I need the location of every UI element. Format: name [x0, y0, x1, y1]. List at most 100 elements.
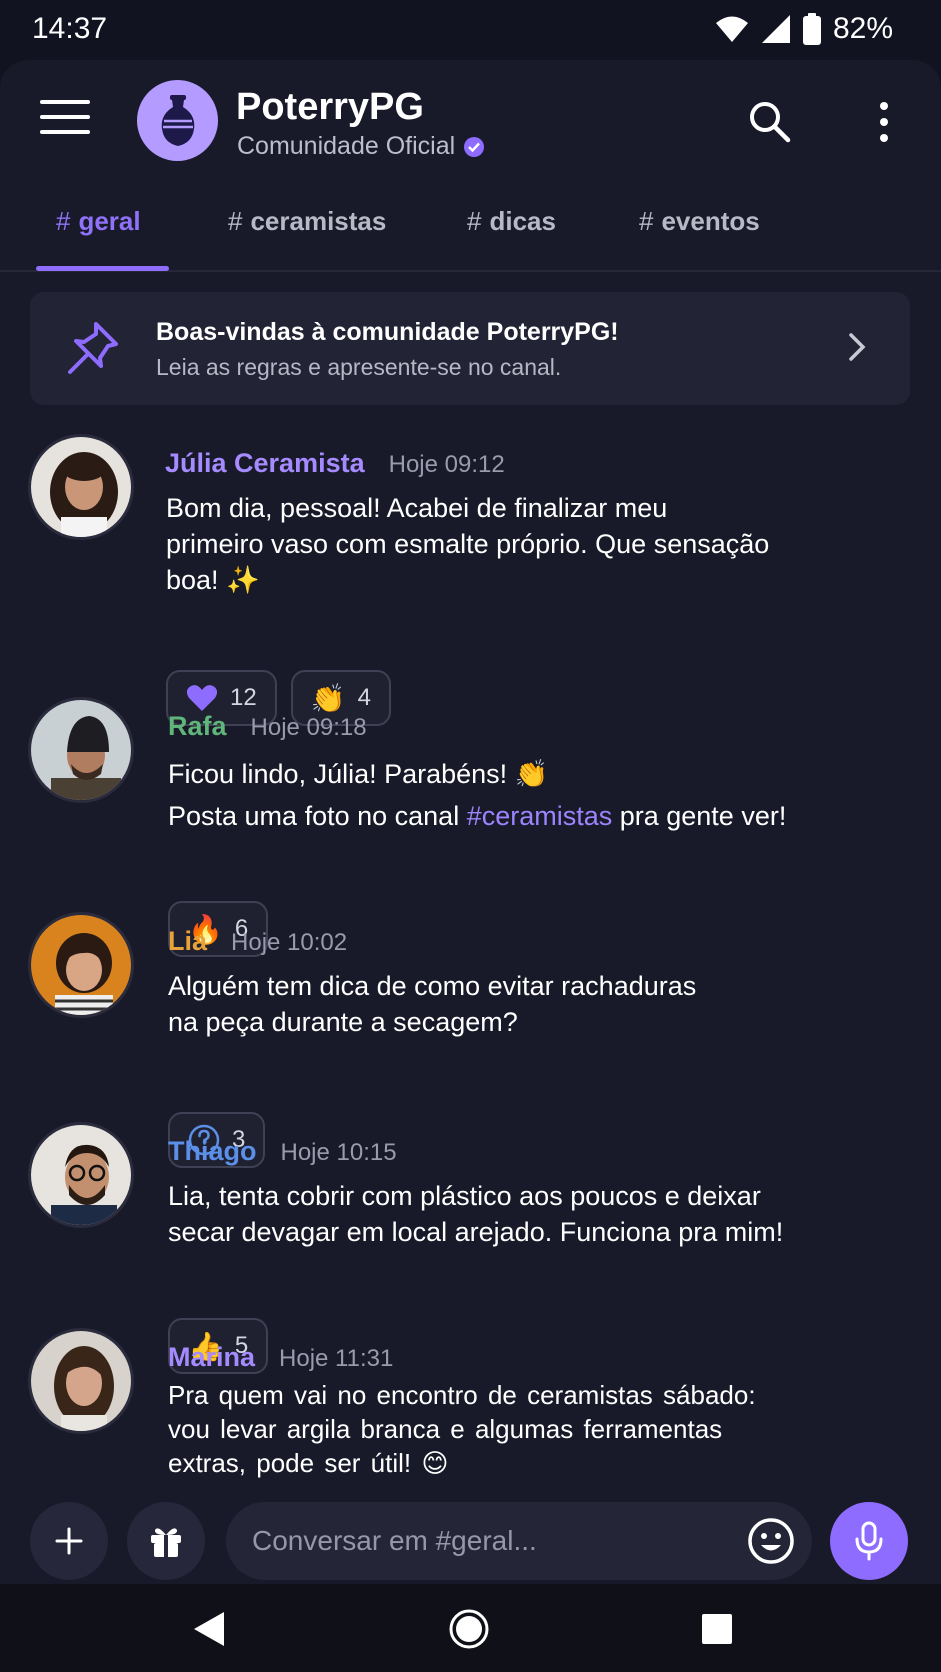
avatar-marina: [31, 1331, 131, 1431]
system-navigation-bar: [0, 1584, 941, 1672]
message-header: Thiago Hoje 10:15: [168, 1136, 397, 1167]
community-title: PoterryPG: [236, 86, 424, 128]
hamburger-line: [40, 115, 90, 119]
message-input-wrapper: [226, 1502, 812, 1580]
avatar-julia: [31, 437, 131, 537]
message-line: Posta uma foto no canal #ceramistas pra …: [168, 795, 786, 837]
clapping-hands-icon: 👏: [310, 681, 346, 715]
message-text: Pra quem vai no encontro de ceramistas s…: [168, 1378, 756, 1480]
avatar[interactable]: [28, 434, 134, 540]
home-circle-icon: [449, 1609, 489, 1649]
active-tab-indicator: [36, 266, 169, 271]
avatar[interactable]: [28, 697, 134, 803]
message-line: boa! ✨: [166, 565, 260, 595]
avatar[interactable]: [28, 1122, 134, 1228]
tab-label: eventos: [661, 206, 760, 236]
cell-signal-icon: [761, 15, 790, 43]
chevron-right-icon: [849, 333, 866, 361]
timestamp: Hoje 09:18: [250, 714, 367, 741]
tab-ceramistas[interactable]: # ceramistas: [228, 206, 386, 237]
message-line: primeiro vaso com esmalte próprio. Que s…: [166, 529, 770, 559]
gift-button[interactable]: [127, 1502, 205, 1580]
back-button[interactable]: [186, 1606, 232, 1652]
tab-hash: #: [228, 206, 243, 236]
gift-icon: [151, 1528, 181, 1557]
recents-button[interactable]: [694, 1606, 740, 1652]
message-text: Lia, tenta cobrir com plástico aos pouco…: [168, 1178, 783, 1250]
message-line: extras, pode ser útil! 😊: [168, 1448, 449, 1478]
pinned-welcome-banner[interactable]: Boas-vindas à comunidade PoterryPG! Leia…: [30, 292, 910, 405]
app-window: PoterryPG Comunidade Oficial # geral # cer…: [0, 60, 941, 1584]
avatar[interactable]: [28, 912, 134, 1018]
tab-hash: #: [56, 206, 71, 236]
message-text: Ficou lindo, Júlia! Parabéns! 👏 Posta um…: [168, 753, 786, 837]
message-line: Lia, tenta cobrir com plástico aos pouco…: [168, 1181, 761, 1211]
message-composer: [0, 1490, 941, 1584]
menu-button[interactable]: [40, 100, 90, 140]
timestamp: Hoje 11:31: [279, 1345, 394, 1372]
username[interactable]: Júlia Ceramista: [165, 448, 365, 479]
more-options-icon[interactable]: [872, 100, 896, 144]
timestamp: Hoje 10:02: [231, 929, 348, 956]
message-line: Alguém tem dica de como evitar rachadura…: [168, 971, 697, 1001]
avatar-lia: [31, 915, 131, 1015]
purple-heart-icon: [186, 685, 218, 711]
voice-message-button[interactable]: [830, 1502, 908, 1580]
tab-geral[interactable]: # geral: [56, 206, 141, 237]
status-indicators: 82%: [715, 12, 893, 46]
subtitle-text: Comunidade Oficial: [237, 132, 456, 160]
username[interactable]: Thiago: [168, 1136, 257, 1167]
tab-hash: #: [467, 206, 482, 236]
community-logo[interactable]: [137, 80, 218, 161]
tab-label: ceramistas: [250, 206, 387, 236]
tab-eventos[interactable]: # eventos: [639, 206, 760, 237]
banner-subtitle: Leia as regras e apresente-se no canal.: [156, 354, 562, 380]
wifi-icon: [715, 16, 748, 42]
avatar[interactable]: [28, 1328, 134, 1434]
banner-title: Boas-vindas à comunidade PoterryPG!: [156, 318, 619, 346]
battery-icon: [802, 13, 821, 45]
community-subtitle: Comunidade Oficial: [237, 132, 485, 161]
verified-badge-icon: [464, 136, 485, 157]
tab-hash: #: [639, 206, 654, 236]
username[interactable]: Marina: [168, 1342, 255, 1373]
tab-label: geral: [78, 206, 141, 236]
app-header: PoterryPG Comunidade Oficial: [0, 60, 941, 184]
recents-square-icon: [702, 1614, 732, 1644]
username[interactable]: Rafa: [168, 711, 227, 742]
message-line: Pra quem vai no encontro de ceramistas s…: [168, 1380, 756, 1410]
status-time: 14:37: [32, 12, 108, 45]
timestamp: Hoje 09:12: [388, 451, 505, 478]
message-line: na peça durante a secagem?: [168, 1007, 518, 1037]
message-header: Júlia Ceramista Hoje 09:12: [165, 448, 505, 479]
message-header: Marina Hoje 11:31: [168, 1342, 393, 1373]
search-icon[interactable]: [746, 98, 792, 144]
message-header: Rafa Hoje 09:18: [168, 711, 367, 742]
status-bar: 14:37 82%: [0, 0, 941, 60]
pin-icon: [68, 322, 118, 374]
hamburger-line: [40, 130, 90, 134]
tab-dicas[interactable]: # dicas: [467, 206, 556, 237]
reaction-count: 4: [357, 684, 371, 711]
message-header: Lia Hoje 10:02: [168, 926, 347, 957]
home-button[interactable]: [446, 1606, 492, 1652]
channel-link[interactable]: #ceramistas: [467, 801, 613, 831]
message-line: Ficou lindo, Júlia! Parabéns! 👏: [168, 759, 549, 789]
add-attachment-button[interactable]: [30, 1502, 108, 1580]
message-text: Alguém tem dica de como evitar rachadura…: [168, 968, 696, 1040]
message-text: Bom dia, pessoal! Acabei de finalizar me…: [166, 490, 769, 598]
emoji-picker-icon[interactable]: [746, 1516, 796, 1566]
microphone-icon: [855, 1521, 883, 1561]
avatar-rafa: [31, 700, 131, 800]
avatar-thiago: [31, 1125, 131, 1225]
vase-icon: [161, 94, 194, 146]
tab-label: dicas: [489, 206, 556, 236]
reaction-count: 12: [230, 684, 257, 711]
text-segment: Posta uma foto no canal: [168, 801, 467, 831]
username[interactable]: Lia: [168, 926, 207, 957]
plus-icon: [55, 1527, 83, 1555]
message-input[interactable]: [252, 1502, 712, 1580]
message-line: Bom dia, pessoal! Acabei de finalizar me…: [166, 493, 668, 523]
message-line: vou levar argila branca e algumas ferram…: [168, 1414, 723, 1444]
battery-percent: 82%: [832, 12, 893, 45]
